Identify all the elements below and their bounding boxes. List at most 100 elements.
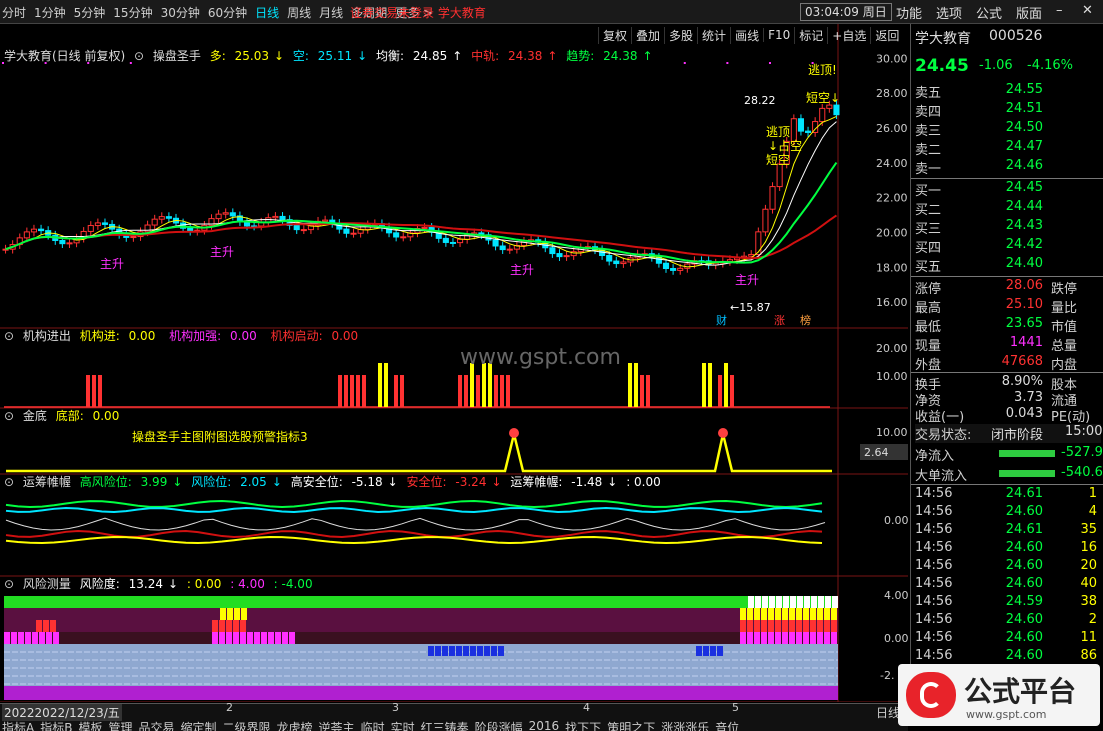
panel2-collapse-icon[interactable]: ⊙ [4,409,14,423]
risk-cell-white [762,596,768,608]
bid-row[interactable]: 买一 24.45 [915,180,1101,199]
bottom-tab-4[interactable]: 品交易 [138,719,174,731]
panel4-collapse-icon[interactable]: ⊙ [4,577,14,591]
tick-row[interactable]: 14:56 24.60 11 [915,630,1101,649]
candle-body [165,216,172,219]
tick-row[interactable]: 14:56 24.60 4 [915,504,1101,523]
tab-4[interactable]: 30分钟 [161,4,200,21]
ask-row[interactable]: 卖二 24.47 [915,139,1101,158]
bottom-tab-16[interactable]: 涨涨涨乐 [661,719,709,731]
panel4-name[interactable]: 风险测量 [23,577,71,591]
bottom-tab-7[interactable]: 龙虎榜 [277,719,313,731]
ask-row[interactable]: 卖四 24.51 [915,101,1101,120]
status-row: 交易状态: 闭市阶段 15:00: [915,424,1103,443]
bid-row[interactable]: 买五 24.40 [915,256,1101,275]
panel1-bar [92,375,96,407]
chart-area[interactable]: 30.00 28.00 26.00 24.00 22.00 20.00 18.00 16.00… [0,24,908,702]
bid-row[interactable]: 买四 24.42 [915,237,1101,256]
bottom-tab-11[interactable]: 红三铸奏 [421,719,469,731]
tick-price: 24.60 [1005,504,1043,519]
bottom-tab-0[interactable]: 指标A [2,719,34,731]
date-prefix: 2022 [4,706,35,720]
risk-cell-magenta [810,632,816,644]
tool-button-8[interactable]: 返回 [870,26,903,44]
bottom-right-label[interactable]: 日线 [876,704,900,721]
menu-item-2[interactable]: 公式 [976,3,1002,22]
tick-row[interactable]: 14:56 24.59 38 [915,594,1101,613]
panel1-bar [86,375,90,407]
bid-row[interactable]: 买二 24.44 [915,199,1101,218]
junheng-value: 24.85 [412,49,448,63]
tick-price: 24.60 [1005,630,1043,645]
tool-button-5[interactable]: F10 [763,28,794,42]
bottom-tab-1[interactable]: 指标B [40,719,72,731]
bottom-tab-2[interactable]: 模板 [78,719,102,731]
tab-6[interactable]: 日线 [255,4,279,21]
bottom-tab-6[interactable]: 二级界限 [223,719,271,731]
ask-row[interactable]: 卖三 24.50 [915,120,1101,139]
dot-signal [726,62,729,64]
candle-body [492,239,499,247]
tool-button-4[interactable]: 画线 [730,26,763,44]
tool-button-0[interactable]: 复权 [598,26,631,44]
tool-button-3[interactable]: 统计 [697,26,730,44]
panel3-name[interactable]: 运筹帷幄 [23,475,71,489]
tool-button-2[interactable]: 多股 [664,26,697,44]
risk-cell-blue [477,646,483,656]
bottom-tab-15[interactable]: 策明之下 [607,719,655,731]
risk-cell-red [754,620,760,632]
panel2-name[interactable]: 金底 [23,409,47,423]
ask-row[interactable]: 卖五 24.55 [915,82,1101,101]
tab-8[interactable]: 月线 [319,4,343,21]
tab-3[interactable]: 15分钟 [113,4,152,21]
bottom-tab-17[interactable]: 音位 [715,719,739,731]
minimize-icon[interactable]: – [1056,3,1063,18]
risk-cell-magenta [219,632,225,644]
panel1-name[interactable]: 机构进出 [23,329,71,343]
indicator-name[interactable]: 操盘圣手 [153,49,201,63]
tool-button-7[interactable]: +自选 [827,26,870,44]
close-icon[interactable]: ✕ [1082,3,1093,18]
tick-divider [911,484,1103,485]
menu-item-0[interactable]: 功能 [896,3,922,22]
menu-item-1[interactable]: 选项 [936,3,962,22]
collapse-icon[interactable]: ⊙ [134,49,144,63]
tick-row[interactable]: 14:56 24.60 2 [915,612,1101,631]
tab-0[interactable]: 分时 [2,4,26,21]
bottom-tab-3[interactable]: 管理 [108,719,132,731]
yunchou-line [5,517,826,531]
bottom-tab-14[interactable]: 找下下 [565,719,601,731]
bottom-tab-8[interactable]: 逆荟主 [319,719,355,731]
risk-cell-magenta [740,632,746,644]
bottom-tab-10[interactable]: 实时 [391,719,415,731]
bid-row[interactable]: 买三 24.43 [915,218,1101,237]
tick-row[interactable]: 14:56 24.61 1 [915,486,1101,505]
x-tick: 4 [583,701,590,714]
tab-7[interactable]: 周线 [287,4,311,21]
panel1-collapse-icon[interactable]: ⊙ [4,329,14,343]
tick-row[interactable]: 14:56 24.61 35 [915,522,1101,541]
bottom-tab-5[interactable]: 缩定制 [181,719,217,731]
bid-label: 买五 [915,260,942,275]
bid-price: 24.42 [1005,237,1043,252]
menu-item-3[interactable]: 版面 [1016,3,1042,22]
panel1-bar [344,375,348,407]
tab-1[interactable]: 1分钟 [34,4,66,21]
bid-price: 24.40 [1005,256,1043,271]
tab-2[interactable]: 5分钟 [74,4,106,21]
tick-time: 14:56 [915,576,953,591]
panel3-collapse-icon[interactable]: ⊙ [4,475,14,489]
tool-button-6[interactable]: 标记 [794,26,827,44]
bottom-tab-9[interactable]: 临时 [361,719,385,731]
chart-canvas[interactable]: 30.00 28.00 26.00 24.00 22.00 20.00 18.00 16.00… [0,24,908,702]
risk-cell-blue [491,646,497,656]
ask-row[interactable]: 卖一 24.46 [915,158,1101,177]
tab-5[interactable]: 60分钟 [208,4,247,21]
tick-row[interactable]: 14:56 24.60 20 [915,558,1101,577]
tick-row[interactable]: 14:56 24.60 40 [915,576,1101,595]
risk-cell-yellow [789,608,795,620]
tool-button-1[interactable]: 叠加 [631,26,664,44]
tick-row[interactable]: 14:56 24.60 16 [915,540,1101,559]
bottom-tab-12[interactable]: 阶段涨幅 [475,719,523,731]
bottom-tab-13[interactable]: 2016 [529,719,560,731]
